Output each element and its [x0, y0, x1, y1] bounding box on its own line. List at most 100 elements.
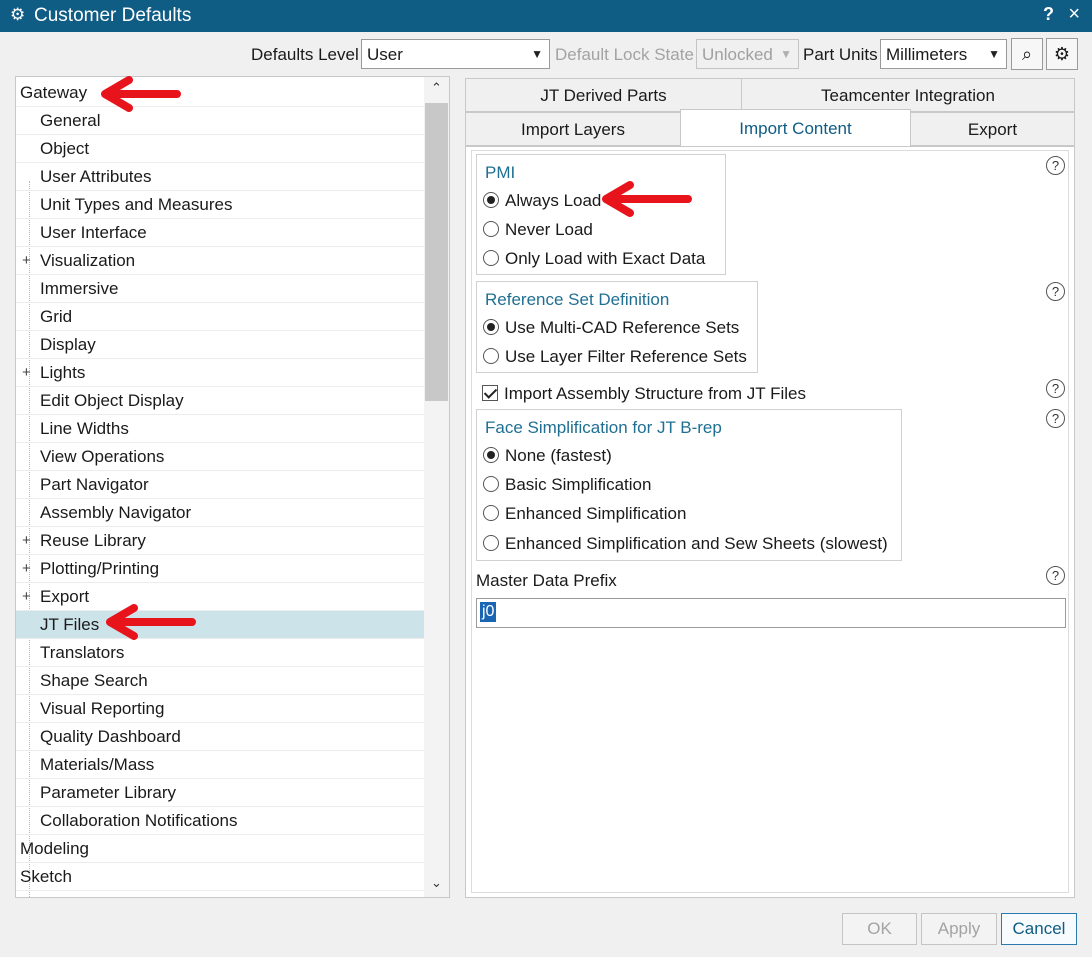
checkbox[interactable] — [482, 385, 498, 401]
tree-item[interactable]: Assembly Navigator — [16, 499, 424, 527]
tree-item[interactable]: User Interface — [16, 219, 424, 247]
chevron-up-icon[interactable]: ⌃ — [431, 80, 442, 96]
face-simplification-title: Face Simplification for JT B-rep — [485, 418, 722, 437]
refset-help-icon[interactable]: ? — [1046, 282, 1065, 301]
radio-button[interactable] — [483, 319, 499, 335]
tab-jt-derived-parts[interactable]: JT Derived Parts — [465, 78, 742, 112]
part-units-select[interactable]: Millimeters ▼ — [880, 39, 1007, 69]
tree-item[interactable]: Translators — [16, 639, 424, 667]
tree-item[interactable]: + Reuse Library — [16, 527, 424, 555]
refset-option-layer-filter[interactable]: Use Layer Filter Reference Sets — [483, 347, 747, 367]
face-option-enhanced-sew[interactable]: Enhanced Simplification and Sew Sheets (… — [483, 534, 888, 554]
reference-set-title: Reference Set Definition — [485, 290, 670, 309]
radio-button[interactable] — [483, 505, 499, 521]
tree-item[interactable]: Object — [16, 135, 424, 163]
tree-item-label: Shape Search — [40, 671, 148, 690]
expand-icon[interactable]: + — [22, 555, 31, 583]
radio-button[interactable] — [483, 192, 499, 208]
tree-item-label: Sketch — [20, 867, 72, 886]
settings-button[interactable]: ⚙ — [1046, 38, 1078, 70]
radio-button[interactable] — [483, 476, 499, 492]
pmi-help-icon[interactable]: ? — [1046, 156, 1065, 175]
radio-button[interactable] — [483, 348, 499, 364]
tab-export[interactable]: Export — [910, 112, 1075, 146]
tree-item[interactable]: Line Widths — [16, 415, 424, 443]
pmi-option-always-load[interactable]: Always Load — [483, 191, 601, 211]
tree-item-label: Collaboration Notifications — [40, 811, 238, 830]
face-option-basic[interactable]: Basic Simplification — [483, 475, 651, 495]
radio-button[interactable] — [483, 447, 499, 463]
face-option-enhanced[interactable]: Enhanced Simplification — [483, 504, 686, 524]
lock-state-label: Default Lock State — [555, 45, 694, 64]
tree-item[interactable]: Visual Reporting — [16, 695, 424, 723]
tree-item[interactable]: Display — [16, 331, 424, 359]
refset-option-multicad[interactable]: Use Multi-CAD Reference Sets — [483, 318, 739, 338]
tab-import-content[interactable]: Import Content — [680, 109, 911, 147]
tree-item[interactable]: Quality Dashboard — [16, 723, 424, 751]
radio-button[interactable] — [483, 535, 499, 551]
tree-item-label: Plotting/Printing — [40, 559, 160, 578]
tree-item[interactable]: Gateway — [16, 79, 424, 107]
expand-icon[interactable]: + — [22, 583, 31, 611]
pmi-option-exact-data[interactable]: Only Load with Exact Data — [483, 249, 705, 269]
defaults-level-select[interactable]: User ▼ — [361, 39, 550, 69]
defaults-level-label: Defaults Level — [251, 45, 359, 64]
tree-item-label: JT Files — [40, 615, 100, 634]
help-button[interactable]: ? — [1043, 4, 1054, 25]
face-option-none[interactable]: None (fastest) — [483, 446, 612, 466]
tree-item[interactable]: Materials/Mass — [16, 751, 424, 779]
tree-item-label: View Operations — [40, 447, 165, 466]
tree-item[interactable]: + Lights — [16, 359, 424, 387]
expand-icon[interactable]: + — [22, 359, 31, 387]
master-prefix-input[interactable]: j0 — [476, 598, 1066, 628]
chevron-down-icon: ▼ — [780, 47, 792, 61]
expand-icon[interactable]: + — [22, 247, 31, 275]
tab-teamcenter-integration[interactable]: Teamcenter Integration — [741, 78, 1075, 112]
annotation-arrow-jt-files — [106, 604, 196, 640]
scroll-thumb[interactable] — [425, 103, 448, 401]
reference-set-group: Reference Set Definition Use Multi-CAD R… — [476, 281, 758, 373]
import-assembly-help-icon[interactable]: ? — [1046, 379, 1065, 398]
tree-item[interactable]: + Plotting/Printing — [16, 555, 424, 583]
pmi-option-never-load[interactable]: Never Load — [483, 220, 593, 240]
face-simplification-help-icon[interactable]: ? — [1046, 409, 1065, 428]
tree-item-label: Translators — [40, 643, 125, 662]
tree-item-label: Line Widths — [40, 419, 129, 438]
apply-button[interactable]: Apply — [921, 913, 997, 945]
tree-item[interactable]: Collaboration Notifications — [16, 807, 424, 835]
cancel-button[interactable]: Cancel — [1001, 913, 1077, 945]
radio-button[interactable] — [483, 250, 499, 266]
tree-item[interactable]: Shape Search — [16, 667, 424, 695]
tree-item[interactable]: Part Navigator — [16, 471, 424, 499]
tree-item[interactable]: General — [16, 107, 424, 135]
lock-state-select: Unlocked ▼ — [696, 39, 799, 69]
tab-import-layers[interactable]: Import Layers — [465, 112, 681, 146]
tree-item[interactable]: Unit Types and Measures — [16, 191, 424, 219]
radio-button[interactable] — [483, 221, 499, 237]
import-assembly-checkbox[interactable]: Import Assembly Structure from JT Files — [482, 384, 806, 404]
tree-item[interactable]: Parameter Library — [16, 779, 424, 807]
close-button[interactable]: × — [1068, 3, 1080, 26]
tree-item[interactable]: JT Files — [16, 611, 424, 639]
tree-item[interactable]: Modeling — [16, 835, 424, 863]
tree-item[interactable]: + Visualization — [16, 247, 424, 275]
find-button[interactable]: ⌕ — [1011, 38, 1043, 70]
master-prefix-value[interactable]: j0 — [480, 602, 497, 622]
tree-scrollbar[interactable]: ⌃ ⌄ — [424, 77, 449, 897]
chevron-down-icon[interactable]: ⌄ — [431, 875, 442, 891]
tree-item[interactable]: View Operations — [16, 443, 424, 471]
tree-item[interactable]: Edit Object Display — [16, 387, 424, 415]
tree-item[interactable]: + Export — [16, 583, 424, 611]
tree-item-label: General — [40, 111, 101, 130]
tree-item[interactable]: Sketch — [16, 863, 424, 891]
tree-item[interactable]: User Attributes — [16, 163, 424, 191]
part-units-value: Millimeters — [886, 45, 968, 64]
expand-icon[interactable]: + — [22, 527, 31, 555]
annotation-arrow-always-load — [602, 181, 692, 217]
tree-item[interactable]: Immersive — [16, 275, 424, 303]
tree-item-label: Export — [40, 587, 90, 606]
master-prefix-help-icon[interactable]: ? — [1046, 566, 1065, 585]
category-tree[interactable]: Gateway General Object User Attributes Unit … — [15, 76, 450, 898]
ok-button[interactable]: OK — [842, 913, 917, 945]
tree-item[interactable]: Grid — [16, 303, 424, 331]
